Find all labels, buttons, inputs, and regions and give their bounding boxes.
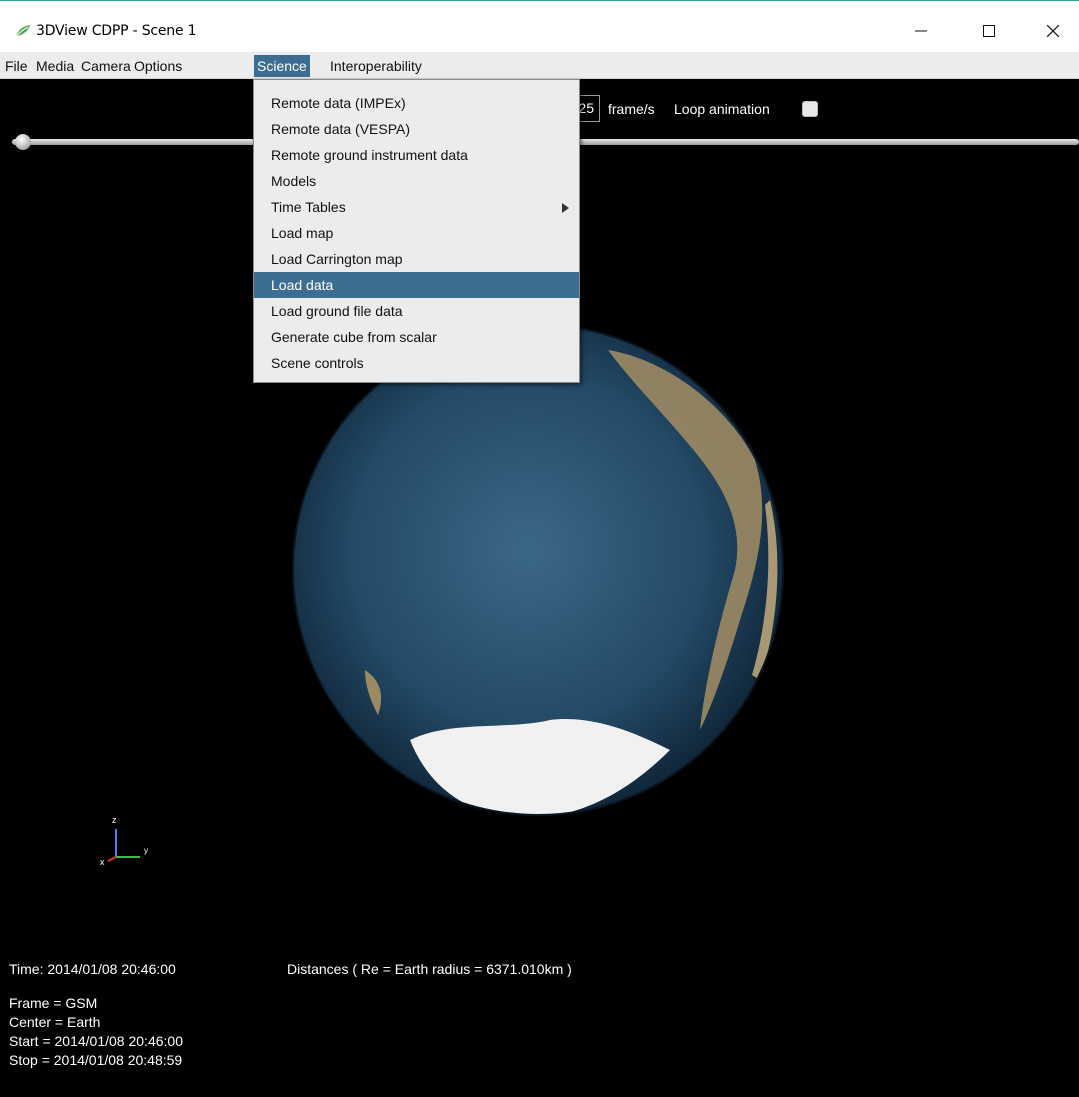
- axis-z-label: z: [112, 815, 117, 825]
- frame-rate-unit: frame/s: [608, 101, 655, 117]
- menu-file[interactable]: File: [2, 55, 31, 77]
- menu-science[interactable]: Science: [254, 55, 310, 77]
- menu-item-scene-controls[interactable]: Scene controls: [254, 350, 579, 376]
- axis-y-label: y: [144, 846, 148, 855]
- menu-item-load-map[interactable]: Load map: [254, 220, 579, 246]
- menu-item-models[interactable]: Models: [254, 168, 579, 194]
- window-title: 3DView CDPP - Scene 1: [36, 23, 197, 39]
- menu-item-remote-ground-instrument-data[interactable]: Remote ground instrument data: [254, 142, 579, 168]
- menu-item-load-data[interactable]: Load data: [254, 272, 579, 298]
- menu-item-generate-cube-from-scalar[interactable]: Generate cube from scalar: [254, 324, 579, 350]
- maximize-icon: [983, 25, 995, 37]
- menu-item-remote-data-impex[interactable]: Remote data (IMPEx): [254, 90, 579, 116]
- menu-camera[interactable]: Camera: [78, 55, 134, 77]
- start-readout: Start = 2014/01/08 20:46:00: [9, 1033, 183, 1049]
- maximize-button[interactable]: [966, 15, 1012, 47]
- menu-interoperability[interactable]: Interoperability: [327, 55, 425, 77]
- title-bar: 3DView CDPP - Scene 1: [0, 0, 1079, 52]
- frame-readout: Frame = GSM: [9, 995, 98, 1011]
- time-readout: Time: 2014/01/08 20:46:00: [9, 961, 176, 977]
- center-readout: Center = Earth: [9, 1014, 101, 1030]
- menu-item-load-carrington-map[interactable]: Load Carrington map: [254, 246, 579, 272]
- menu-media[interactable]: Media: [33, 55, 77, 77]
- submenu-arrow-icon: [562, 203, 569, 213]
- time-slider-thumb[interactable]: [15, 134, 31, 150]
- menu-options[interactable]: Options: [131, 55, 185, 77]
- close-icon: [1047, 25, 1059, 37]
- menu-item-load-ground-file-data[interactable]: Load ground file data: [254, 298, 579, 324]
- minimize-button[interactable]: [898, 15, 944, 47]
- loop-animation-checkbox[interactable]: [802, 101, 818, 117]
- science-dropdown-menu: Remote data (IMPEx) Remote data (VESPA) …: [253, 79, 580, 383]
- menu-item-time-tables-label: Time Tables: [271, 199, 346, 215]
- menu-item-time-tables[interactable]: Time Tables: [254, 194, 579, 220]
- menu-bar: File Media Camera Options Science Intero…: [0, 52, 1079, 79]
- leaf-icon: [15, 25, 30, 38]
- stop-readout: Stop = 2014/01/08 20:48:59: [9, 1052, 183, 1068]
- axes-indicator: z y x: [100, 815, 148, 867]
- menu-item-remote-data-vespa[interactable]: Remote data (VESPA): [254, 116, 579, 142]
- close-button[interactable]: [1030, 15, 1076, 47]
- distances-readout: Distances ( Re = Earth radius = 6371.010…: [287, 961, 572, 977]
- loop-animation-label: Loop animation: [674, 101, 770, 117]
- axis-x-label: x: [100, 857, 105, 867]
- minimize-icon: [915, 30, 927, 32]
- earth-globe[interactable]: [290, 320, 786, 820]
